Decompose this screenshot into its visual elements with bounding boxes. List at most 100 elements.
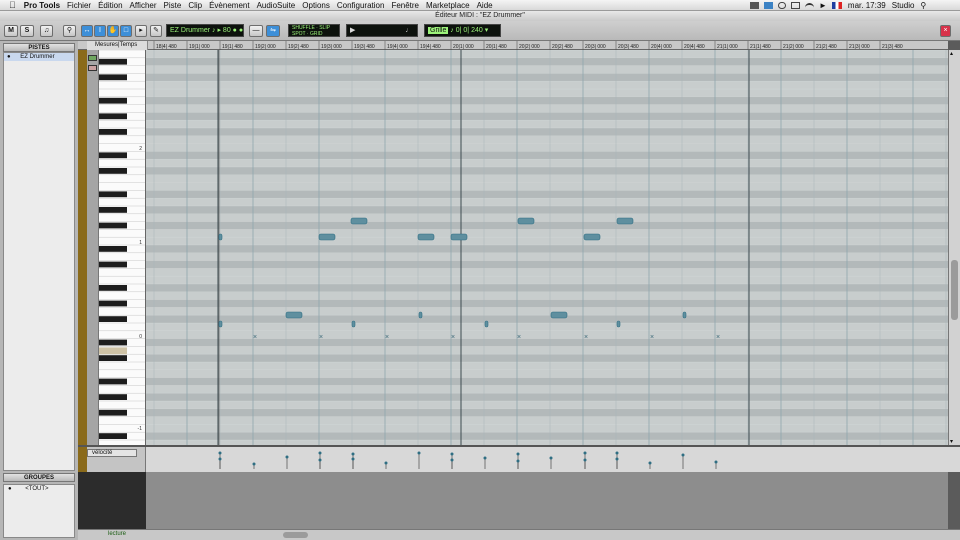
velocity-stalks[interactable]	[146, 447, 948, 472]
status-mode: lecture	[108, 531, 127, 537]
dropbox-icon[interactable]	[764, 2, 773, 9]
selector-tool-icon[interactable]: I	[94, 25, 106, 37]
grid-dark-row	[146, 260, 948, 269]
menu-fichier[interactable]: Fichier	[67, 1, 91, 10]
note-grid[interactable]: × × × × × × × ×	[146, 50, 948, 445]
hscroll-thumb[interactable]	[283, 532, 308, 538]
close-window-icon[interactable]: ×	[940, 25, 951, 37]
scroll-down-icon[interactable]: ▾	[950, 438, 953, 445]
group-enable-icon[interactable]: ●	[8, 486, 12, 492]
piano-black-key	[99, 168, 127, 174]
piano-black-key	[99, 433, 127, 439]
window-titlebar: Éditeur MIDI : "EZ Drummer"	[0, 11, 960, 21]
velocity-dot	[549, 456, 553, 460]
piano-black-key	[99, 97, 127, 104]
zoom-tool-icon[interactable]: ⚲	[63, 25, 76, 37]
edit-mode-display[interactable]: SHUFFLE · SLIP SPOT · GRID	[288, 24, 340, 37]
menu-app[interactable]: Pro Tools	[24, 1, 60, 10]
velocity-dot	[218, 457, 222, 461]
timeline-ruler[interactable]: Mesures|Temps 18|4| 480 19|1| 000 19|1| 48…	[78, 41, 948, 50]
smart-tool-icon[interactable]: □	[120, 25, 132, 37]
velocity-lane-header: vélocité	[78, 447, 146, 472]
piano-black-key	[99, 152, 127, 159]
group-name: <TOUT>	[25, 486, 49, 492]
velocity-lane-label: vélocité	[92, 450, 113, 456]
grid-dark-row	[146, 393, 948, 401]
velocity-lane[interactable]: vélocité	[78, 445, 960, 472]
grid-dark-row	[146, 432, 948, 440]
trim-tool-icon[interactable]: ↔	[81, 25, 93, 37]
velocity-dot	[583, 451, 587, 455]
menu-configuration[interactable]: Configuration	[337, 1, 385, 10]
midi-note	[351, 320, 356, 328]
menu-evenement[interactable]: Évènement	[209, 1, 249, 10]
menu-piste[interactable]: Piste	[164, 1, 182, 10]
midi-note	[517, 217, 535, 225]
status-icon[interactable]	[750, 2, 759, 9]
scroll-up-icon[interactable]: ▴	[950, 50, 953, 57]
grid-dark-row	[146, 112, 948, 121]
lane-toggle-icon[interactable]	[88, 55, 97, 61]
menubar-user[interactable]: Studio	[892, 1, 915, 10]
grid-dark-row	[146, 354, 948, 362]
tracks-header[interactable]: PISTES	[3, 43, 75, 52]
midi-note	[418, 311, 423, 319]
track-color-strip	[78, 50, 87, 445]
apple-icon[interactable]: 	[9, 0, 16, 10]
minus-button[interactable]: —	[249, 25, 263, 37]
lane-record-icon[interactable]	[88, 65, 97, 71]
volume-icon[interactable]: ►	[819, 1, 827, 10]
velocity-dot	[450, 452, 454, 456]
link-button[interactable]: ⇋	[266, 25, 280, 37]
grid-dark-row	[146, 128, 948, 136]
wifi-icon[interactable]	[805, 2, 814, 9]
menubar-clock[interactable]: mar. 17:39	[848, 1, 886, 10]
menu-marketplace[interactable]: Marketplace	[426, 1, 470, 10]
menu-options[interactable]: Options	[302, 1, 330, 10]
mute-button[interactable]: M	[4, 25, 18, 37]
track-enable-icon[interactable]: ●	[7, 54, 11, 60]
horizontal-scrollbar[interactable]: lecture	[78, 529, 960, 540]
groups-header[interactable]: GROUPES	[3, 473, 75, 482]
piano-keyboard[interactable]: 2 1 0 -1	[99, 50, 146, 445]
tool-display[interactable]: ▶ ♩	[346, 24, 418, 37]
piano-black-key	[99, 378, 127, 385]
piano-black-key	[99, 246, 127, 252]
menu-afficher[interactable]: Afficher	[130, 1, 157, 10]
octave-label: -1	[138, 426, 143, 432]
piano-black-key	[99, 129, 127, 135]
velocity-dot	[583, 458, 587, 462]
track-select-display[interactable]: EZ Drummer ♪ ▸ 80 ● ●	[166, 24, 244, 37]
flag-icon[interactable]	[831, 2, 842, 9]
scroll-thumb[interactable]	[951, 260, 958, 320]
velocity-selector[interactable]: vélocité	[87, 449, 137, 457]
grid-dark-row	[146, 299, 948, 308]
velocity-dot	[218, 451, 222, 455]
midi-note	[417, 233, 435, 241]
menu-audiosuite[interactable]: AudioSuite	[257, 1, 296, 10]
solo-button[interactable]: S	[20, 25, 34, 37]
grid-dark-row	[146, 338, 948, 347]
velocity-dot	[516, 459, 520, 463]
pencil-tool-icon[interactable]: ✎	[150, 25, 162, 37]
piano-black-key	[99, 58, 127, 65]
menu-aide[interactable]: Aide	[477, 1, 493, 10]
display-icon[interactable]	[791, 2, 800, 9]
lower-left-area	[78, 472, 146, 529]
lane-controls	[87, 50, 99, 445]
grid-dark-row	[146, 151, 948, 160]
grid-display[interactable]: Grille ♪ 0| 0| 240 ▾	[424, 24, 501, 37]
notes-icon[interactable]: ♫	[40, 25, 53, 37]
vertical-scrollbar[interactable]: ▴ ▾	[948, 50, 960, 445]
menu-edition[interactable]: Édition	[98, 1, 122, 10]
sync-icon[interactable]	[778, 2, 786, 9]
track-row[interactable]: ● EZ Drummer	[4, 53, 74, 61]
speaker-icon[interactable]: ▸	[135, 25, 147, 37]
spotlight-icon[interactable]: ⚲	[920, 1, 926, 10]
group-row[interactable]: ● <TOUT>	[4, 485, 74, 493]
menu-fenetre[interactable]: Fenêtre	[391, 1, 419, 10]
midi-note-x: ×	[385, 334, 389, 341]
midi-note	[682, 311, 687, 319]
grabber-tool-icon[interactable]: ✋	[107, 25, 119, 37]
menu-clip[interactable]: Clip	[188, 1, 202, 10]
